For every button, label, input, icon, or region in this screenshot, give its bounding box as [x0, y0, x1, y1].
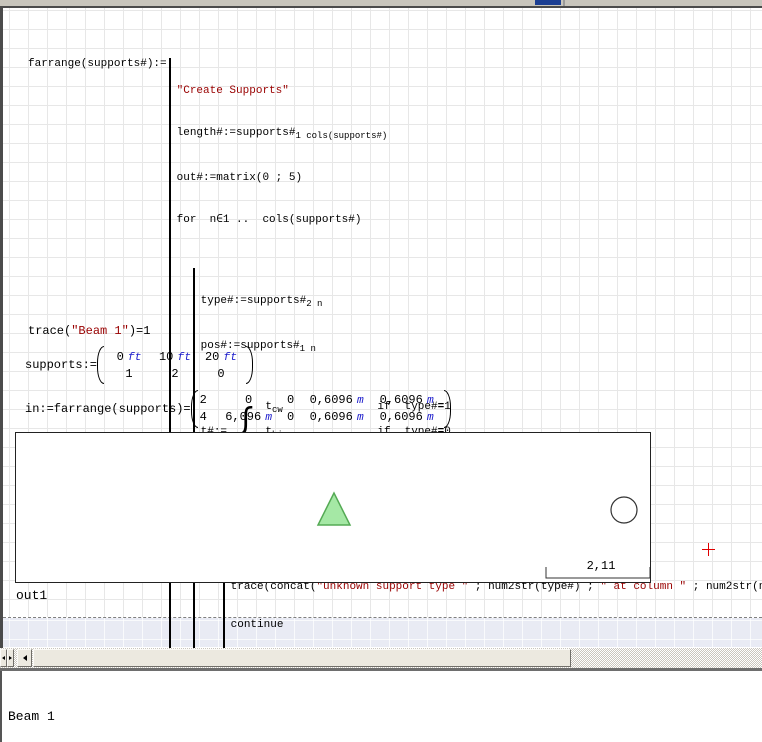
- program-line-continue: continue: [231, 618, 762, 632]
- scale-bar-label: 2,11: [561, 559, 641, 573]
- splitter-right-button[interactable]: [7, 649, 14, 667]
- farrange-function-definition[interactable]: farrange(supports#):= "Create Supports" …: [28, 34, 762, 742]
- function-lhs: farrange(supports#):=: [28, 58, 167, 70]
- splitter-right-arrow-icon: [9, 656, 12, 660]
- program-line-out-matrix: out#:=matrix(0 ; 5): [177, 169, 762, 187]
- scroll-left-arrow-icon: [23, 655, 27, 661]
- farrange-result-expression[interactable]: in:=farrange(supports)= 2 0 0 0,6096m 0,…: [25, 390, 451, 428]
- smath-worksheet-window: farrange(supports#):= "Create Supports" …: [0, 0, 762, 742]
- supports-matrix: 0ft 10ft 20ft 1 2 0: [106, 349, 244, 382]
- program-line-title-string: "Create Supports": [177, 82, 762, 100]
- splitter-left-button[interactable]: [0, 649, 7, 667]
- insertion-cursor-crosshair[interactable]: [702, 543, 715, 556]
- top-scrollbar-fragment[interactable]: [535, 0, 561, 5]
- top-toolbar-strip: [0, 0, 762, 8]
- program-line-type: type#:=supports#2 n: [201, 292, 762, 313]
- horizontal-scrollbar[interactable]: [0, 648, 762, 668]
- beam-plot-region[interactable]: 2,11: [15, 432, 651, 583]
- matrix-paren-left: [97, 346, 104, 384]
- matrix-paren-right: [246, 346, 253, 384]
- result-lhs: in:=farrange(supports)=: [25, 402, 191, 416]
- hinge-support-triangle: [318, 493, 350, 525]
- splitter-left-arrow-icon: [2, 656, 5, 660]
- crosshair-vertical: [708, 543, 709, 556]
- scrollbar-thumb[interactable]: [33, 649, 571, 667]
- result-matrix: 2 0 0 0,6096m 0,6096m 4 6,096m 0 0,6096m…: [200, 392, 442, 426]
- scroll-left-button[interactable]: [17, 649, 32, 667]
- supports-matrix-definition[interactable]: supports:= 0ft 10ft 20ft 1 2 0: [25, 346, 253, 384]
- plot-shapes: [16, 433, 650, 582]
- top-strip-divider: [563, 0, 565, 6]
- program-line-for: for n∈1 .. cols(supports#): [177, 211, 762, 229]
- trace-output-console[interactable]: Beam 1 unknown support type 2 at column …: [0, 671, 762, 742]
- program-line-length: length#:=supports#1 cols(supports#): [177, 124, 762, 145]
- roller-support-circle: [611, 497, 637, 523]
- matrix-paren-right: [444, 390, 451, 428]
- program-line-pos: pos#:=supports#1 n: [201, 337, 762, 358]
- console-line: Beam 1: [2, 707, 762, 725]
- trace-beam-expression[interactable]: trace("Beam 1")=1: [28, 324, 150, 338]
- plot-caption: out1: [16, 588, 47, 603]
- supports-lhs: supports:=: [25, 358, 97, 372]
- matrix-paren-left: [191, 390, 198, 428]
